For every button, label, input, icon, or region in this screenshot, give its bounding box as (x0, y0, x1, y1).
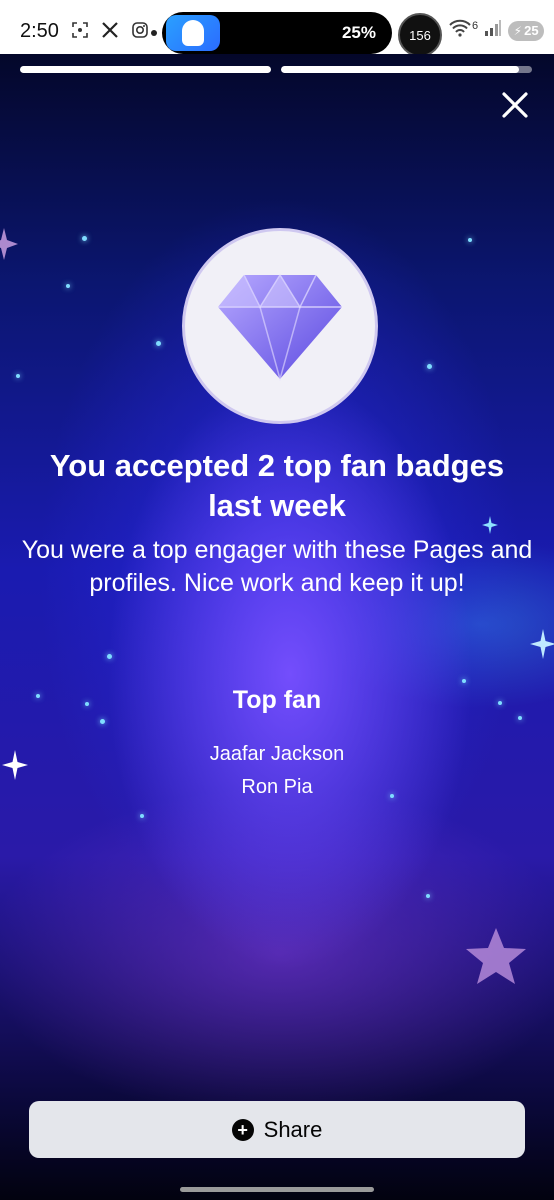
battery-icon: ⚡ 25 (508, 20, 545, 41)
glow-dot (66, 284, 70, 288)
app-ghost-icon (166, 15, 220, 51)
plus-circle-icon: + (231, 1118, 254, 1141)
section-title: Top fan (232, 686, 322, 714)
signal-icon (484, 19, 502, 42)
instagram-icon (130, 20, 150, 40)
status-dot (151, 30, 157, 36)
top-fan-name: Jaafar Jackson (209, 743, 345, 765)
network-label: 6 (472, 19, 479, 32)
notification-icons (70, 20, 150, 40)
x-icon (100, 20, 120, 40)
badge-circle (182, 228, 378, 424)
glow-dot (426, 894, 430, 898)
home-indicator[interactable] (180, 1187, 374, 1192)
progress-segment-2 (281, 66, 532, 73)
diamond-icon (218, 273, 342, 381)
battery-level: 25 (524, 23, 539, 38)
share-button[interactable]: + Share (29, 1101, 525, 1158)
sparkle-icon (530, 629, 554, 659)
glow-dot (140, 814, 144, 818)
glow-dot (100, 719, 105, 724)
top-fan-list: Jaafar Jackson Ron Pia (0, 738, 554, 804)
glow-dot (107, 654, 112, 659)
headline: You accepted 2 top fan badges last week (49, 448, 505, 523)
glow-dot (427, 364, 432, 369)
glow-dot (462, 679, 466, 683)
glow-dot (468, 238, 472, 242)
live-activity-pill[interactable]: 25% (162, 12, 392, 54)
subtext: You were a top engager with these Pages … (21, 536, 533, 597)
notification-count-badge: 156 (398, 13, 442, 57)
glow-dot (518, 716, 522, 720)
story-card[interactable]: You accepted 2 top fan badges last week … (0, 54, 554, 1200)
status-time: 2:50 (20, 20, 59, 42)
top-fan-name: Ron Pia (241, 776, 313, 798)
share-label: Share (263, 1116, 323, 1142)
progress-fill (281, 66, 520, 73)
system-icons: 6 ⚡ 25 (448, 18, 545, 43)
progress-segment-1 (20, 66, 271, 73)
live-activity-percent: 25% (341, 23, 376, 42)
close-icon (502, 92, 528, 118)
screenshot-icon (70, 20, 90, 40)
glow-dot (156, 341, 161, 346)
close-button[interactable] (498, 88, 532, 122)
glow-dot (16, 374, 20, 378)
star-icon (466, 928, 526, 984)
star-icon (0, 228, 18, 260)
glow-dot (82, 236, 87, 241)
wifi-icon (448, 18, 472, 43)
status-bar: 2:50 25% 156 6 ⚡ 25 (0, 0, 554, 57)
